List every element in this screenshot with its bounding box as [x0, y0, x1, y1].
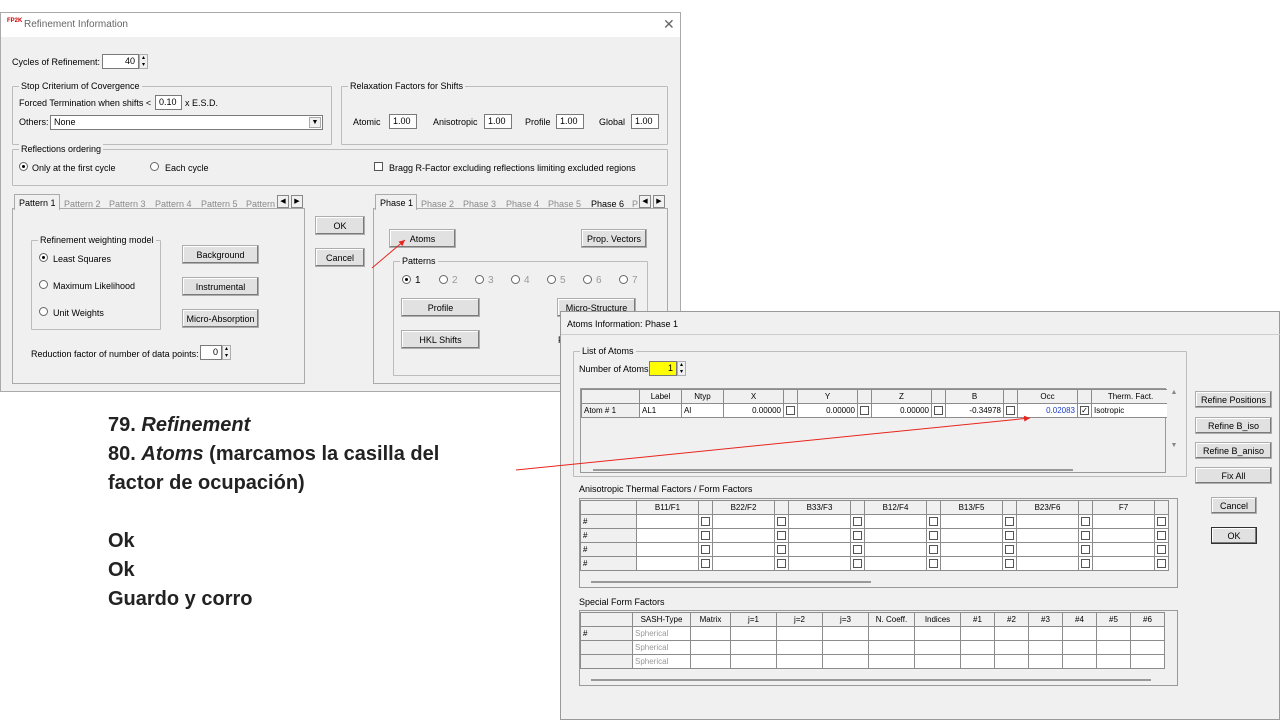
note-line-1-text: Refinement: [141, 414, 251, 436]
note-line-2-num: 80.: [108, 443, 136, 465]
note-line-2: 80. Atoms (marcamos la casilla del: [108, 440, 439, 469]
note-line-2-em: Atoms: [141, 443, 204, 465]
note-line-1: 79. Refinement: [108, 411, 250, 440]
note-line-6: Guardo y corro: [108, 588, 253, 610]
note-line-3: factor de ocupación): [108, 472, 305, 494]
arrow-to-occ-checkbox: [515, 415, 1031, 471]
note-line-1-num: 79.: [108, 414, 136, 436]
note-line-4: Ok: [108, 530, 135, 552]
arrow-to-atoms-button: [371, 239, 406, 269]
note-line-5: Ok: [108, 559, 135, 581]
note-line-2-rest: (marcamos la casilla del: [209, 443, 440, 465]
